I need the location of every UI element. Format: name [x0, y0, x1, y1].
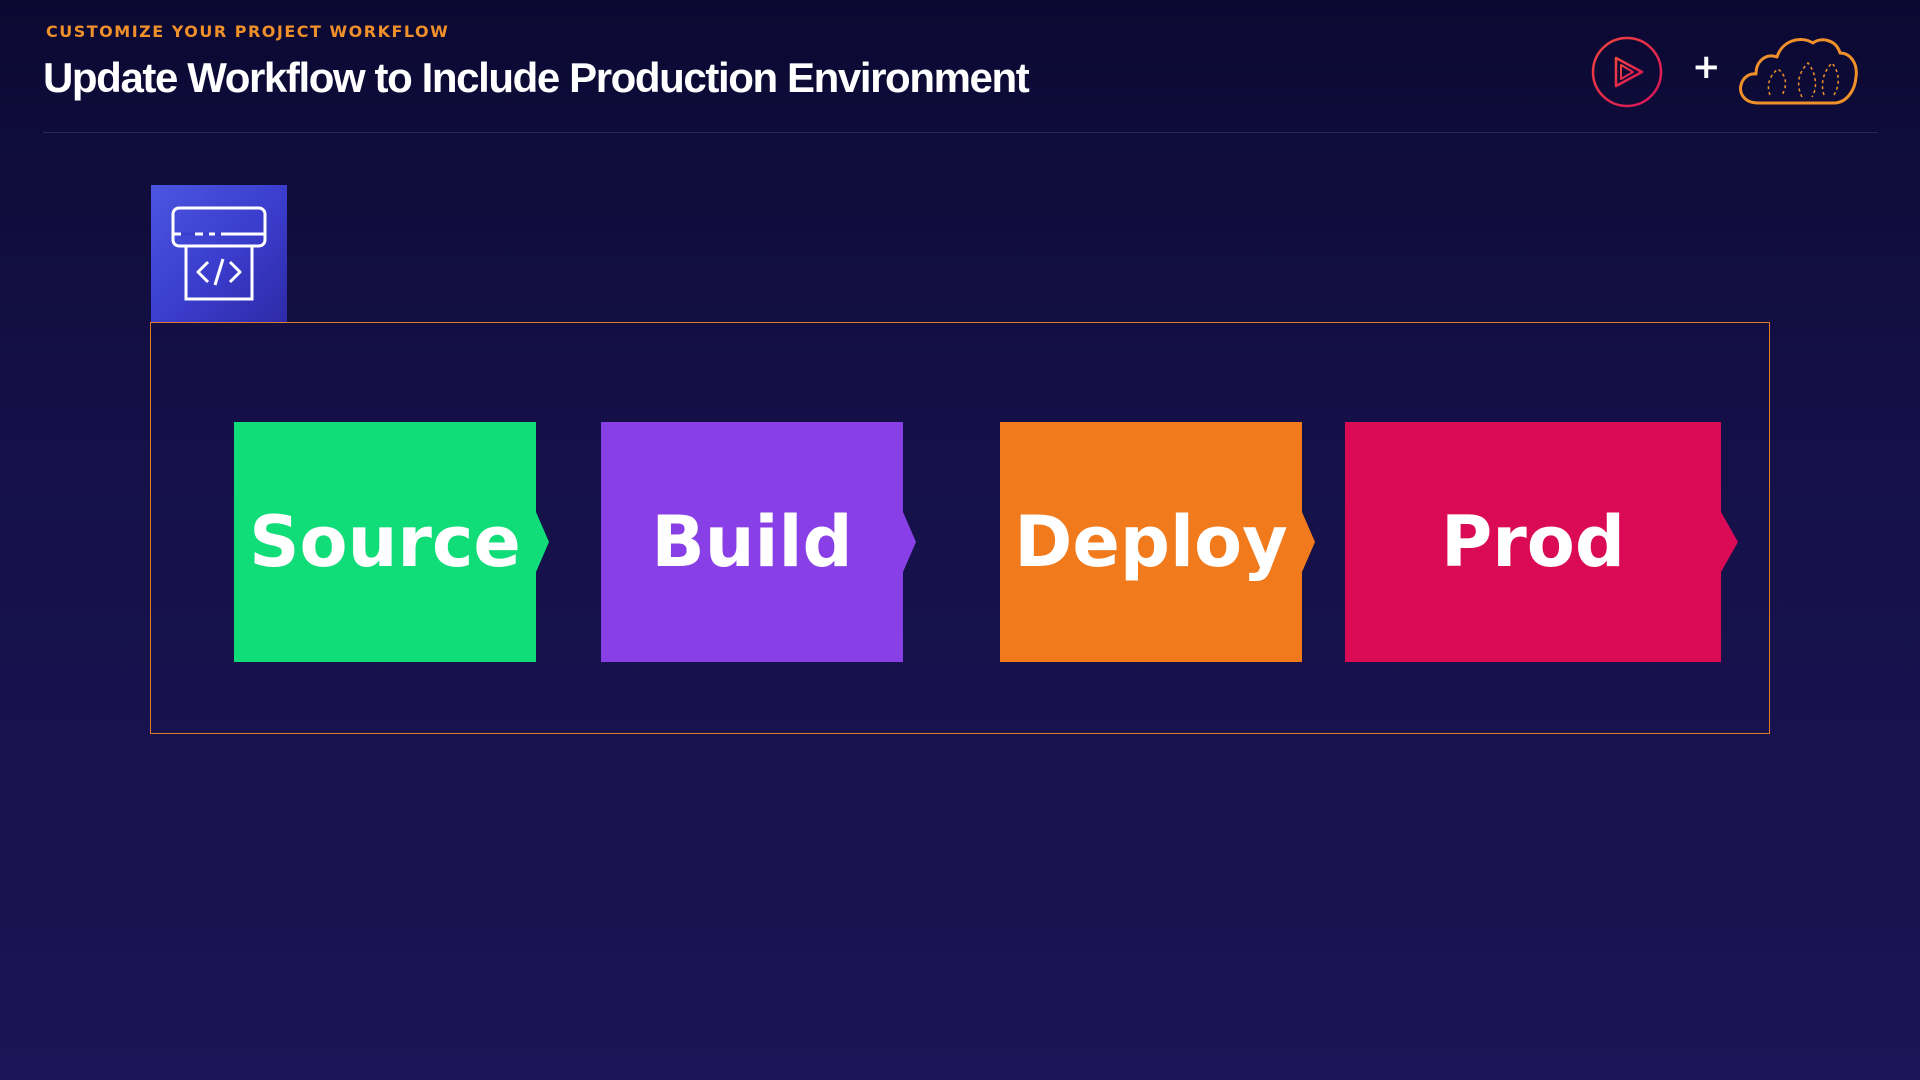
logo-plus: +	[1692, 47, 1721, 87]
header-divider	[43, 132, 1878, 133]
pluralsight-play-icon	[1591, 36, 1663, 108]
stage-label-deploy: Deploy	[1014, 501, 1288, 583]
pipeline-stage-prod: Prod	[1345, 422, 1745, 662]
page-title: Update Workflow to Include Production En…	[43, 54, 1030, 101]
service-icon-tile	[151, 185, 287, 322]
cloud-logo-icon	[1739, 38, 1858, 105]
pipeline-stage-deploy: Deploy	[1000, 422, 1330, 662]
pipeline-stage-build: Build	[601, 422, 931, 662]
stage-label-prod: Prod	[1440, 501, 1626, 583]
code-pipeline-icon	[171, 206, 267, 301]
kicker-text: CUSTOMIZE YOUR PROJECT WORKFLOW	[46, 22, 450, 41]
pipeline-stage-source: Source	[234, 422, 564, 662]
logo-area: +	[1590, 33, 1890, 113]
stage-label-build: Build	[651, 501, 853, 583]
stage-label-source: Source	[249, 501, 521, 583]
